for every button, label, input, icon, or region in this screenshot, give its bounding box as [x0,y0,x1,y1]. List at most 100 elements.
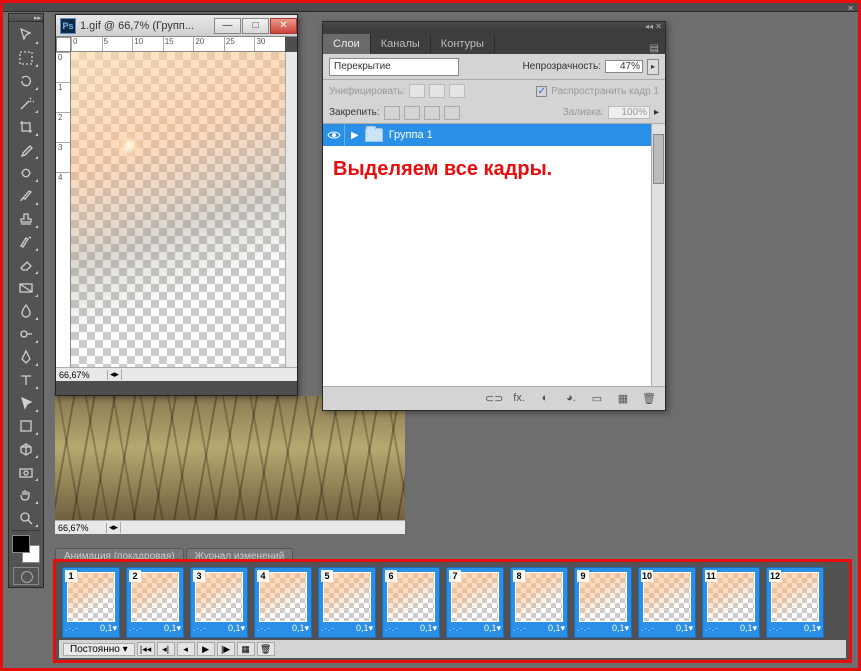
frame[interactable]: 10.·.·0,1▾ [638,567,696,638]
frame-duration[interactable]: .·.·0,1▾ [129,621,181,635]
eraser-tool[interactable] [13,254,39,275]
zoom-value[interactable]: 66,67% [56,370,108,380]
opacity-arrow-icon[interactable]: ▸ [647,59,659,75]
prev-frame-button[interactable]: ◂| [157,642,175,656]
frame[interactable]: 1.·.·0,1▾ [62,567,120,638]
dodge-tool[interactable] [13,323,39,344]
scrollbar-vertical[interactable] [285,52,297,367]
frame-duration[interactable]: .·.·0,1▾ [449,621,501,635]
frame[interactable]: 12.·.·0,1▾ [766,567,824,638]
frame[interactable]: 2.·.·0,1▾ [126,567,184,638]
zoom-value[interactable]: 66,67% [55,523,107,533]
frame[interactable]: 8.·.·0,1▾ [510,567,568,638]
nav-icon[interactable]: ◂▸ [107,522,121,533]
shape-tool[interactable] [13,415,39,436]
heal-tool[interactable] [13,162,39,183]
hand-tool[interactable] [13,484,39,505]
frame[interactable]: 7.·.·0,1▾ [446,567,504,638]
color-swatches[interactable] [12,535,40,563]
new-layer-icon[interactable]: ▦ [615,392,631,406]
quick-mask-toggle[interactable] [13,567,39,585]
zoom-tool[interactable] [13,507,39,528]
frame[interactable]: 6.·.·0,1▾ [382,567,440,638]
adjustment-icon[interactable]: ◕. [563,392,579,406]
layers-list[interactable]: ▶ Группа 1 Выделяем все кадры. [323,124,651,386]
document-canvas[interactable] [71,52,285,367]
minimize-button[interactable]: — [214,18,241,34]
trash-icon[interactable]: 🗑 [641,392,657,406]
group-icon[interactable]: ▭ [589,392,605,406]
crop-tool[interactable] [13,116,39,137]
wand-tool[interactable] [13,93,39,114]
history-brush-tool[interactable] [13,231,39,252]
frame-duration[interactable]: .·.·0,1▾ [641,621,693,635]
unify-position-icon[interactable] [409,84,425,98]
camera-tool[interactable] [13,461,39,482]
unify-visibility-icon[interactable] [429,84,445,98]
lock-position-icon[interactable] [424,106,440,120]
tab-paths[interactable]: Контуры [431,34,495,54]
marquee-tool[interactable] [13,47,39,68]
frame-duration[interactable]: .·.·0,1▾ [257,621,309,635]
lock-all-icon[interactable] [444,106,460,120]
mask-icon[interactable]: ◐ [537,392,553,406]
frame[interactable]: 9.·.·0,1▾ [574,567,632,638]
link-icon[interactable]: ⊂⊃ [485,392,501,406]
3d-tool[interactable] [13,438,39,459]
next-frame-button[interactable]: |▶ [217,642,235,656]
play-button[interactable]: ▶ [197,642,215,656]
frame[interactable]: 5.·.·0,1▾ [318,567,376,638]
frame-duration[interactable]: .·.·0,1▾ [705,621,757,635]
fx-icon[interactable]: fx. [511,392,527,406]
toolbox-header[interactable]: ▸▸ [9,14,43,22]
disclose-icon[interactable]: ▶ [345,130,365,141]
frame-duration[interactable]: .·.·0,1▾ [193,621,245,635]
brush-tool[interactable] [13,185,39,206]
lock-pixels-icon[interactable] [404,106,420,120]
tab-layers[interactable]: Слои [323,34,371,54]
frame-duration[interactable]: .·.·0,1▾ [321,621,373,635]
frame-duration[interactable]: .·.·0,1▾ [577,621,629,635]
layers-scrollbar[interactable] [651,124,665,386]
unify-style-icon[interactable] [449,84,465,98]
layer-name[interactable]: Группа 1 [389,129,433,141]
ruler-vertical[interactable]: 0 1 2 3 4 [56,52,71,367]
visibility-icon[interactable] [323,124,345,146]
type-tool[interactable] [13,369,39,390]
collapse-icon[interactable]: ✕ [847,4,854,13]
frame[interactable]: 11.·.·0,1▾ [702,567,760,638]
loop-select[interactable]: Постоянно ▾ [63,643,135,656]
opacity-value[interactable]: 47% [605,60,643,73]
first-frame-button[interactable]: |◂◂ [137,642,155,656]
close-button[interactable]: ✕ [270,18,297,34]
panel-header[interactable]: ◂◂ ✕ [323,22,665,32]
stamp-tool[interactable] [13,208,39,229]
blend-mode-select[interactable]: Перекрытие [329,58,459,76]
window-titlebar[interactable]: Ps 1.gif @ 66,7% (Групп... — □ ✕ [56,15,297,37]
ruler-origin[interactable] [56,37,71,52]
frame-duration[interactable]: .·.·0,1▾ [65,621,117,635]
lasso-tool[interactable] [13,70,39,91]
panel-menu-icon[interactable]: ▤ [644,43,665,54]
layer-group-row[interactable]: ▶ Группа 1 [323,124,651,146]
maximize-button[interactable]: □ [242,18,269,34]
tab-channels[interactable]: Каналы [371,34,431,54]
frame-duration[interactable]: .·.·0,1▾ [513,621,565,635]
frame[interactable]: 3.·.·0,1▾ [190,567,248,638]
fill-value[interactable]: 100% [608,106,650,119]
blur-tool[interactable] [13,300,39,321]
play-back-button[interactable]: ◂ [177,642,195,656]
lock-transparency-icon[interactable] [384,106,400,120]
pen-tool[interactable] [13,346,39,367]
path-select-tool[interactable] [13,392,39,413]
eyedropper-tool[interactable] [13,139,39,160]
ruler-horizontal[interactable]: 0 5 10 15 20 25 30 [71,37,285,52]
frame-duration[interactable]: .·.·0,1▾ [385,621,437,635]
move-tool[interactable] [13,24,39,45]
delete-frame-button[interactable]: 🗑 [257,642,275,656]
propagate-checkbox[interactable]: ✓ [536,86,547,97]
frame[interactable]: 4.·.·0,1▾ [254,567,312,638]
gradient-tool[interactable] [13,277,39,298]
fill-arrow-icon[interactable]: ▸ [654,107,659,118]
frame-duration[interactable]: .·.·0,1▾ [769,621,821,635]
